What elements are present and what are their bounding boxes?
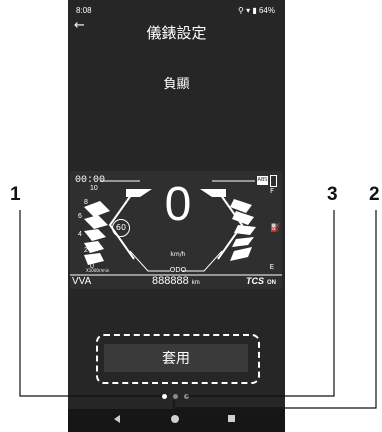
- callout-label-3: 3: [327, 184, 338, 205]
- callout-label-1: 1: [10, 184, 21, 205]
- callout-lines: [19, 210, 377, 409]
- callout-label-2: 2: [369, 184, 380, 205]
